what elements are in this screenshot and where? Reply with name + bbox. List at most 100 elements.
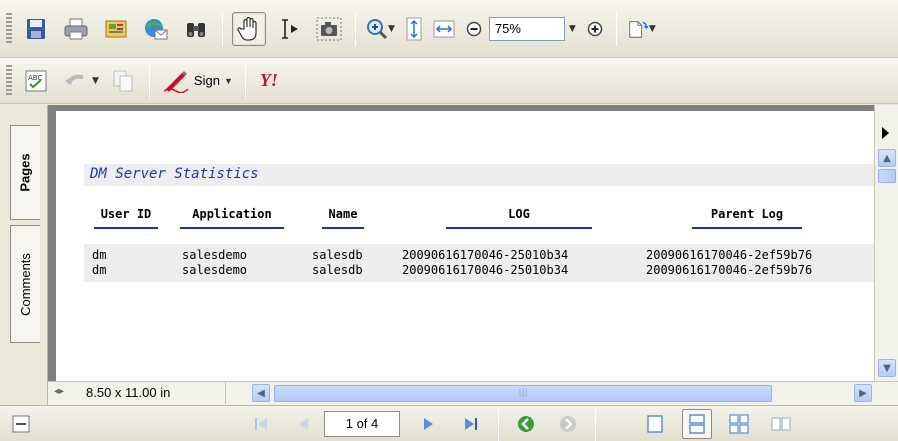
email-icon — [145, 18, 168, 39]
tab-comments[interactable]: Comments — [10, 225, 40, 343]
column-header-name: Name — [322, 207, 364, 229]
continuous-facing-icon — [729, 413, 749, 434]
document-page: DM Server Statistics User ID Application… — [56, 111, 874, 381]
copy-button[interactable] — [106, 64, 140, 98]
options-arrow-icon[interactable] — [882, 127, 889, 139]
cell-name: salesdb — [312, 248, 363, 262]
cell-log: 20090616170046-25010b34 — [402, 263, 569, 277]
column-header-log: LOG — [446, 207, 592, 229]
toolbar-grip[interactable] — [6, 64, 12, 97]
organizer-button[interactable] — [99, 12, 133, 46]
cell-user-id: dm — [92, 263, 107, 277]
status-separator — [498, 406, 499, 441]
split-handle-icon[interactable]: ◂▸ — [54, 386, 64, 397]
plus-circle-icon — [587, 21, 603, 36]
sign-button[interactable]: Sign ▼ — [156, 65, 239, 97]
undo-button[interactable] — [59, 64, 93, 98]
single-page-view-button[interactable] — [640, 409, 670, 439]
page-rotate-icon — [629, 20, 649, 38]
fit-height-icon — [406, 17, 422, 40]
undo-dropdown-chevron-icon[interactable]: ▼ — [92, 76, 99, 86]
toolbar-separator — [148, 63, 150, 98]
binoculars-icon — [187, 22, 205, 37]
yahoo-button[interactable]: Y! — [252, 70, 286, 91]
cell-parent-log: 20090616170046-2ef59b76 — [646, 248, 813, 262]
tab-pages[interactable]: Pages — [10, 125, 40, 220]
zoom-in-button[interactable] — [583, 12, 607, 46]
scroll-left-button[interactable]: ◀ — [252, 384, 270, 402]
rotate-view-button[interactable] — [626, 12, 650, 46]
vertical-scrollbar[interactable]: ▲ ▼ — [874, 105, 898, 381]
print-button[interactable] — [59, 12, 93, 46]
organizer-icon — [105, 20, 127, 37]
chevron-down-icon[interactable]: ▼ — [388, 24, 395, 34]
facing-pages-icon — [771, 416, 791, 431]
hand-icon — [237, 16, 257, 41]
scroll-right-button[interactable]: ▶ — [854, 384, 872, 402]
fit-width-icon — [433, 20, 455, 37]
printer-icon — [64, 18, 88, 39]
single-page-icon — [647, 414, 663, 433]
select-tool-button[interactable] — [272, 12, 306, 46]
save-button[interactable] — [19, 12, 53, 46]
toolbar-separator — [615, 11, 617, 46]
horizontal-scroll-thumb[interactable]: ||| — [274, 385, 772, 402]
cell-application: salesdemo — [182, 263, 248, 277]
toolbar-separator — [244, 63, 246, 98]
go-back-button[interactable] — [511, 409, 541, 439]
zoom-in-tool-button[interactable] — [365, 12, 389, 46]
cell-user-id: dm — [92, 248, 107, 262]
find-button[interactable] — [179, 12, 213, 46]
page-size-readout: 8.50 x 11.00 in — [76, 382, 226, 404]
snapshot-tool-button[interactable] — [312, 12, 346, 46]
toggle-navigation-button[interactable] — [6, 409, 36, 439]
hand-tool-button[interactable] — [232, 11, 266, 46]
pen-sign-icon — [163, 70, 189, 93]
toolbar-separator — [355, 11, 356, 46]
zoom-out-button[interactable] — [462, 12, 486, 46]
vertical-scroll-thumb[interactable] — [878, 169, 896, 183]
back-arrow-icon — [518, 415, 534, 432]
spell-check-button[interactable]: ABC — [19, 64, 53, 98]
status-bar: 1 of 4 — [0, 405, 898, 441]
forward-arrow-icon — [560, 415, 576, 432]
navigation-pane: Pages Comments — [0, 105, 48, 406]
next-page-button[interactable] — [414, 409, 444, 439]
fit-width-button[interactable] — [432, 12, 456, 46]
page-number-input[interactable]: 1 of 4 — [324, 410, 400, 437]
cell-parent-log: 20090616170046-2ef59b76 — [646, 263, 813, 277]
magnifier-plus-icon — [367, 18, 388, 39]
scroll-up-button[interactable]: ▲ — [878, 149, 896, 167]
toolbar-grip[interactable] — [6, 12, 12, 45]
go-forward-button[interactable] — [553, 409, 583, 439]
zoom-level-input[interactable]: 75% — [488, 16, 565, 41]
column-header-application: Application — [180, 207, 284, 229]
last-page-icon — [465, 417, 477, 430]
previous-page-button[interactable] — [288, 409, 318, 439]
column-header-parent-log: Parent Log — [692, 207, 802, 229]
email-button[interactable] — [139, 12, 173, 46]
document-view[interactable]: DM Server Statistics User ID Application… — [48, 105, 874, 381]
sign-dropdown-chevron-icon: ▼ — [223, 75, 233, 86]
column-header-user-id: User ID — [94, 207, 158, 229]
previous-page-icon — [299, 417, 308, 430]
last-page-button[interactable] — [456, 409, 486, 439]
fit-page-button[interactable] — [402, 12, 426, 46]
camera-icon — [316, 17, 342, 40]
horizontal-scroll-strip: ◂▸ 8.50 x 11.00 in ◀ ||| ▶ — [48, 381, 898, 405]
copy-icon — [113, 70, 133, 91]
facing-view-button[interactable] — [766, 409, 796, 439]
continuous-facing-view-button[interactable] — [724, 409, 754, 439]
next-page-icon — [424, 417, 433, 430]
scroll-down-button[interactable]: ▼ — [878, 359, 896, 377]
toolbar-separator — [222, 11, 223, 46]
cell-name: salesdb — [312, 263, 363, 277]
continuous-view-button[interactable] — [682, 408, 712, 439]
status-separator — [595, 406, 596, 441]
cell-application: salesdemo — [182, 248, 248, 262]
minus-circle-icon — [466, 21, 482, 36]
zoom-dropdown-chevron-icon[interactable]: ▼ — [569, 24, 576, 34]
first-page-button[interactable] — [246, 409, 276, 439]
rotate-dropdown-chevron-icon[interactable]: ▼ — [649, 24, 656, 34]
main-toolbar: ▼ 75% ▼ ▼ — [0, 0, 898, 58]
